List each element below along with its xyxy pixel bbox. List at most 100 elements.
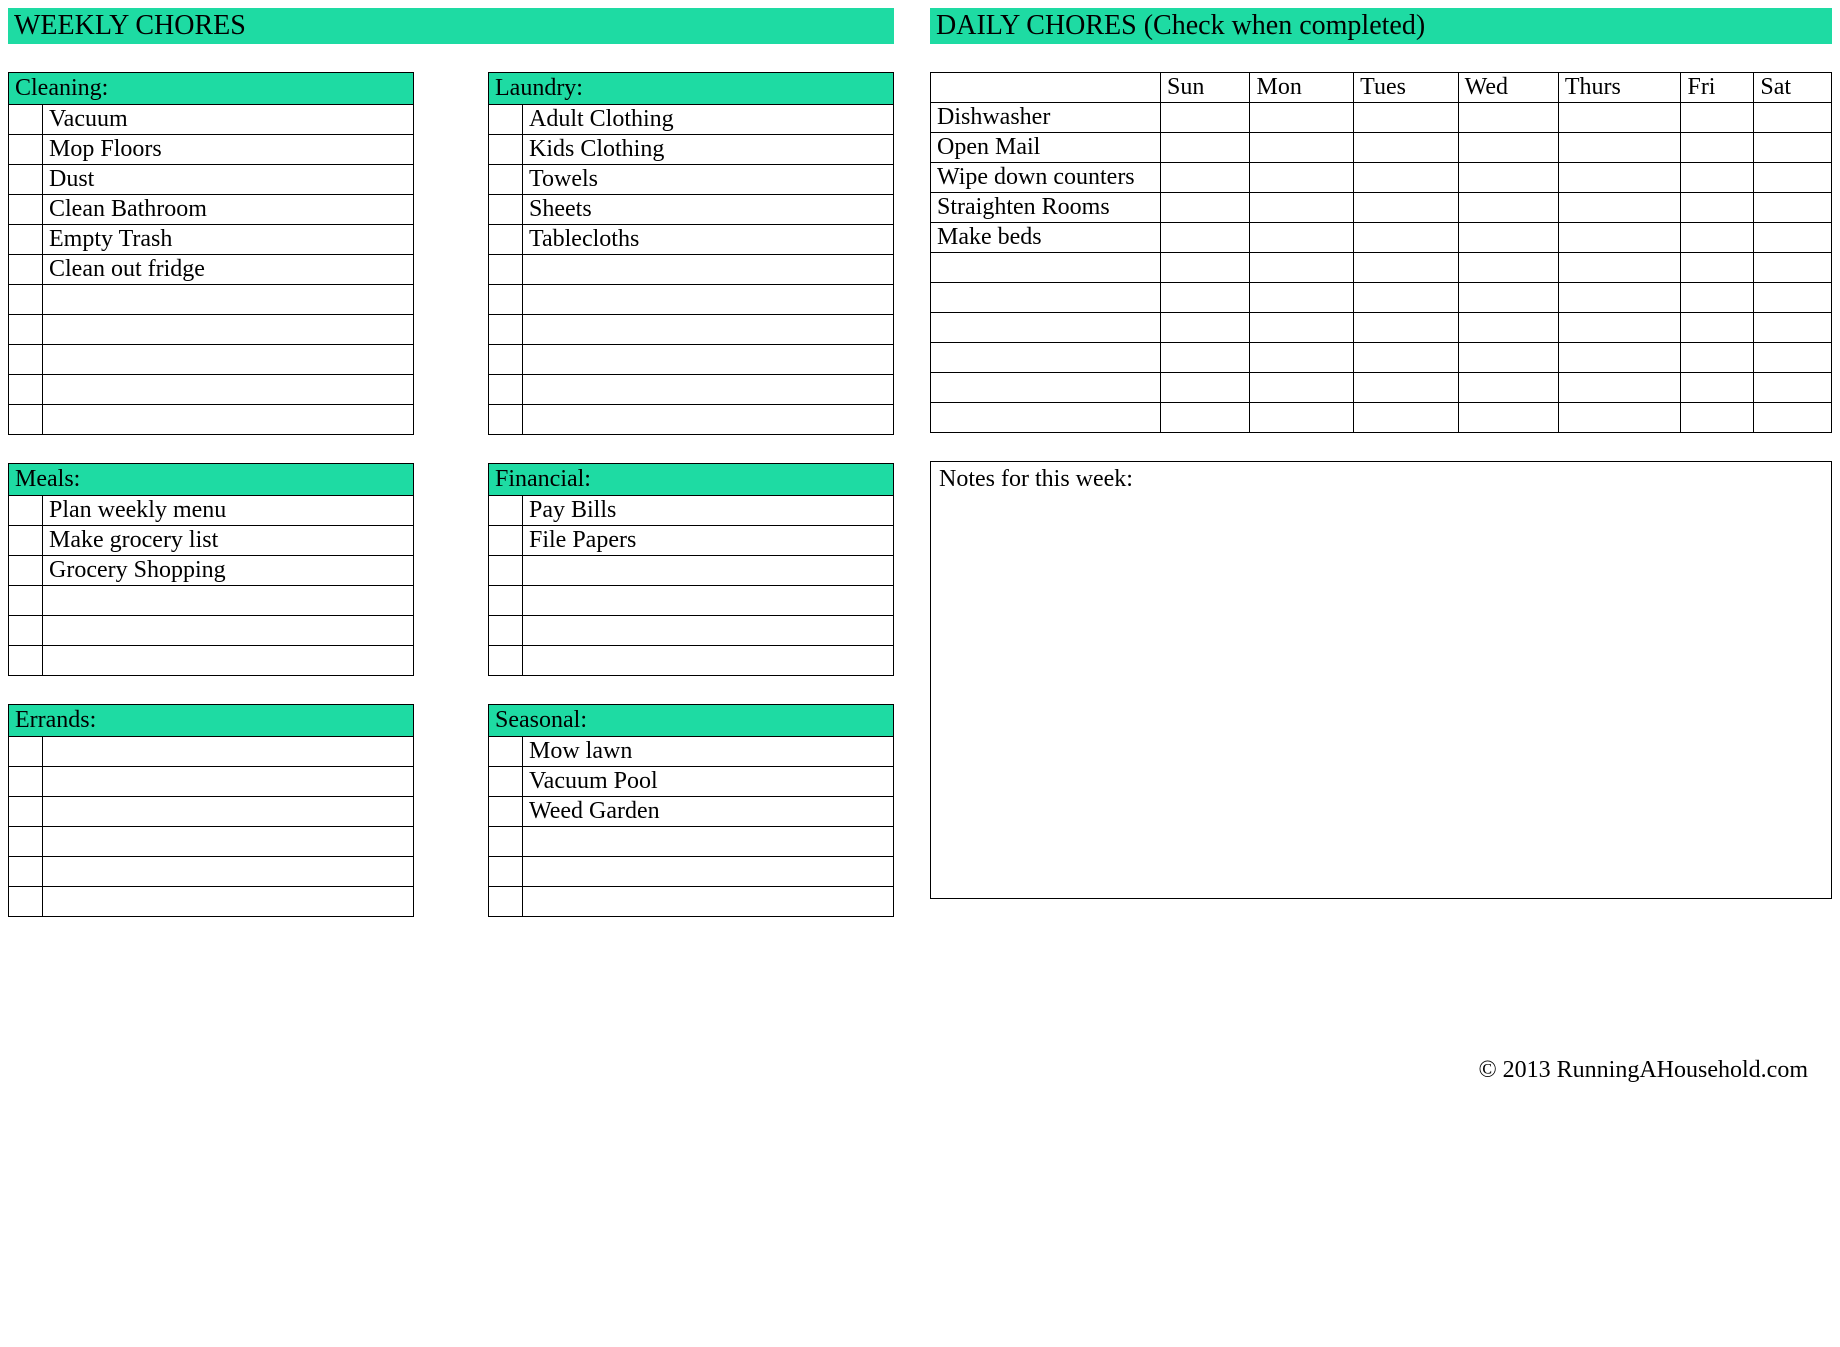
daily-checkbox-cell[interactable] — [1558, 283, 1681, 313]
daily-checkbox-cell[interactable] — [1161, 223, 1250, 253]
checkbox-cell[interactable] — [489, 135, 523, 165]
daily-checkbox-cell[interactable] — [1458, 133, 1558, 163]
daily-checkbox-cell[interactable] — [1161, 403, 1250, 433]
daily-checkbox-cell[interactable] — [1681, 253, 1754, 283]
checkbox-cell[interactable] — [9, 526, 43, 556]
checkbox-cell[interactable] — [9, 646, 43, 676]
checkbox-cell[interactable] — [9, 887, 43, 917]
checkbox-cell[interactable] — [489, 797, 523, 827]
daily-checkbox-cell[interactable] — [1681, 163, 1754, 193]
daily-checkbox-cell[interactable] — [1558, 343, 1681, 373]
daily-checkbox-cell[interactable] — [1754, 313, 1832, 343]
daily-checkbox-cell[interactable] — [1458, 373, 1558, 403]
daily-checkbox-cell[interactable] — [1754, 223, 1832, 253]
checkbox-cell[interactable] — [9, 827, 43, 857]
daily-checkbox-cell[interactable] — [1458, 103, 1558, 133]
daily-checkbox-cell[interactable] — [1161, 253, 1250, 283]
daily-checkbox-cell[interactable] — [1754, 103, 1832, 133]
daily-checkbox-cell[interactable] — [1458, 343, 1558, 373]
daily-checkbox-cell[interactable] — [1250, 313, 1354, 343]
checkbox-cell[interactable] — [489, 285, 523, 315]
daily-checkbox-cell[interactable] — [1250, 193, 1354, 223]
daily-checkbox-cell[interactable] — [1754, 133, 1832, 163]
checkbox-cell[interactable] — [9, 616, 43, 646]
daily-checkbox-cell[interactable] — [1558, 373, 1681, 403]
checkbox-cell[interactable] — [489, 165, 523, 195]
checkbox-cell[interactable] — [9, 105, 43, 135]
daily-checkbox-cell[interactable] — [1558, 193, 1681, 223]
checkbox-cell[interactable] — [9, 737, 43, 767]
checkbox-cell[interactable] — [489, 375, 523, 405]
daily-checkbox-cell[interactable] — [1681, 133, 1754, 163]
checkbox-cell[interactable] — [489, 857, 523, 887]
daily-checkbox-cell[interactable] — [1458, 163, 1558, 193]
checkbox-cell[interactable] — [489, 496, 523, 526]
daily-checkbox-cell[interactable] — [1161, 313, 1250, 343]
daily-checkbox-cell[interactable] — [1250, 373, 1354, 403]
daily-checkbox-cell[interactable] — [1458, 223, 1558, 253]
checkbox-cell[interactable] — [489, 887, 523, 917]
daily-checkbox-cell[interactable] — [1681, 403, 1754, 433]
daily-checkbox-cell[interactable] — [1458, 283, 1558, 313]
daily-checkbox-cell[interactable] — [1681, 373, 1754, 403]
daily-checkbox-cell[interactable] — [1250, 103, 1354, 133]
daily-checkbox-cell[interactable] — [1558, 403, 1681, 433]
daily-checkbox-cell[interactable] — [1354, 193, 1459, 223]
checkbox-cell[interactable] — [9, 165, 43, 195]
daily-checkbox-cell[interactable] — [1354, 403, 1459, 433]
checkbox-cell[interactable] — [489, 586, 523, 616]
checkbox-cell[interactable] — [489, 616, 523, 646]
daily-checkbox-cell[interactable] — [1458, 193, 1558, 223]
notes-box[interactable]: Notes for this week: — [930, 461, 1832, 899]
daily-checkbox-cell[interactable] — [1681, 343, 1754, 373]
checkbox-cell[interactable] — [9, 797, 43, 827]
daily-checkbox-cell[interactable] — [1250, 283, 1354, 313]
daily-checkbox-cell[interactable] — [1250, 343, 1354, 373]
daily-checkbox-cell[interactable] — [1458, 313, 1558, 343]
checkbox-cell[interactable] — [489, 255, 523, 285]
daily-checkbox-cell[interactable] — [1558, 223, 1681, 253]
daily-checkbox-cell[interactable] — [1558, 313, 1681, 343]
daily-checkbox-cell[interactable] — [1354, 313, 1459, 343]
daily-checkbox-cell[interactable] — [1250, 223, 1354, 253]
checkbox-cell[interactable] — [489, 315, 523, 345]
daily-checkbox-cell[interactable] — [1250, 403, 1354, 433]
daily-checkbox-cell[interactable] — [1754, 253, 1832, 283]
checkbox-cell[interactable] — [9, 225, 43, 255]
checkbox-cell[interactable] — [489, 767, 523, 797]
daily-checkbox-cell[interactable] — [1161, 163, 1250, 193]
daily-checkbox-cell[interactable] — [1754, 343, 1832, 373]
daily-checkbox-cell[interactable] — [1681, 313, 1754, 343]
daily-checkbox-cell[interactable] — [1681, 103, 1754, 133]
daily-checkbox-cell[interactable] — [1161, 133, 1250, 163]
checkbox-cell[interactable] — [9, 135, 43, 165]
checkbox-cell[interactable] — [489, 827, 523, 857]
checkbox-cell[interactable] — [489, 345, 523, 375]
daily-checkbox-cell[interactable] — [1354, 103, 1459, 133]
checkbox-cell[interactable] — [489, 405, 523, 435]
daily-checkbox-cell[interactable] — [1754, 163, 1832, 193]
daily-checkbox-cell[interactable] — [1161, 373, 1250, 403]
checkbox-cell[interactable] — [9, 857, 43, 887]
daily-checkbox-cell[interactable] — [1558, 133, 1681, 163]
checkbox-cell[interactable] — [9, 315, 43, 345]
checkbox-cell[interactable] — [9, 496, 43, 526]
checkbox-cell[interactable] — [9, 375, 43, 405]
daily-checkbox-cell[interactable] — [1161, 343, 1250, 373]
daily-checkbox-cell[interactable] — [1354, 373, 1459, 403]
daily-checkbox-cell[interactable] — [1161, 103, 1250, 133]
daily-checkbox-cell[interactable] — [1161, 283, 1250, 313]
checkbox-cell[interactable] — [9, 195, 43, 225]
daily-checkbox-cell[interactable] — [1354, 283, 1459, 313]
checkbox-cell[interactable] — [9, 405, 43, 435]
checkbox-cell[interactable] — [489, 195, 523, 225]
checkbox-cell[interactable] — [489, 105, 523, 135]
daily-checkbox-cell[interactable] — [1354, 133, 1459, 163]
checkbox-cell[interactable] — [489, 646, 523, 676]
checkbox-cell[interactable] — [9, 255, 43, 285]
daily-checkbox-cell[interactable] — [1250, 163, 1354, 193]
daily-checkbox-cell[interactable] — [1354, 253, 1459, 283]
daily-checkbox-cell[interactable] — [1458, 253, 1558, 283]
daily-checkbox-cell[interactable] — [1754, 403, 1832, 433]
checkbox-cell[interactable] — [9, 285, 43, 315]
